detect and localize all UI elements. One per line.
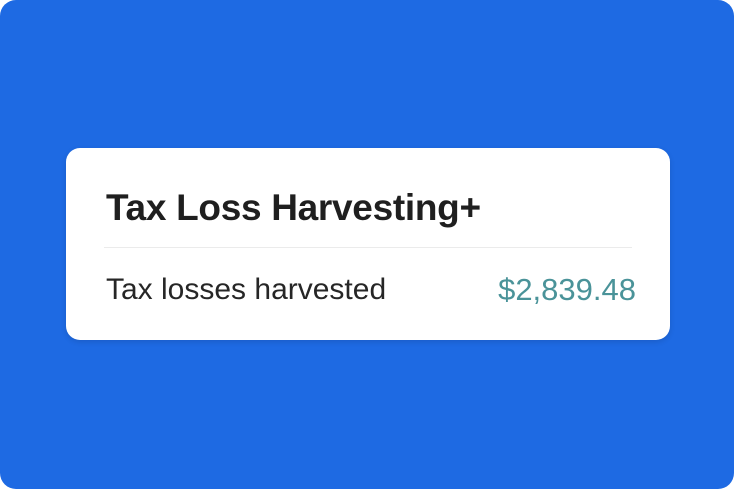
tax-losses-harvested-value: $2,839.48 xyxy=(498,272,636,307)
card-title: Tax Loss Harvesting+ xyxy=(106,187,481,228)
blue-background-panel: Tax Loss Harvesting+ Tax losses harveste… xyxy=(0,0,734,489)
tax-losses-harvested-label: Tax losses harvested xyxy=(106,273,387,306)
card-divider xyxy=(104,247,632,248)
tax-loss-harvesting-card: Tax Loss Harvesting+ Tax losses harveste… xyxy=(66,148,670,340)
